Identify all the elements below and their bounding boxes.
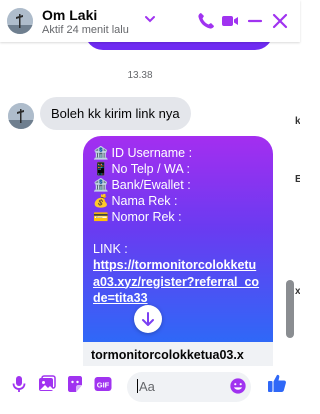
- form-line: 📱 No Telp / WA :: [93, 161, 263, 177]
- background-text: x: [295, 286, 300, 297]
- thumbs-up-icon[interactable]: [266, 372, 288, 394]
- close-icon[interactable]: [270, 11, 290, 31]
- message-composer: GIF Aa: [0, 366, 300, 414]
- link-preview-title[interactable]: tormonitorcolokketua03.x: [83, 342, 273, 366]
- video-call-icon[interactable]: [220, 11, 240, 31]
- microphone-icon[interactable]: [9, 374, 29, 394]
- arrow-down-icon: [142, 312, 154, 326]
- outgoing-message[interactable]: 🏦 ID Username : 📱 No Telp / WA : 🏦 Bank/…: [83, 136, 273, 342]
- previous-outgoing-bubble: [85, 42, 273, 50]
- message-timestamp: 13.38: [127, 70, 153, 81]
- gif-icon[interactable]: GIF: [93, 374, 113, 394]
- emoji-icon[interactable]: [229, 377, 247, 395]
- form-line-text: Nama Rek :: [108, 194, 178, 208]
- form-line-text: ID Username :: [108, 146, 193, 160]
- referral-link[interactable]: https://tormonitorcolokketua03.xyz/regis…: [93, 257, 263, 307]
- svg-text:GIF: GIF: [97, 381, 110, 390]
- scroll-to-bottom-button[interactable]: [134, 305, 162, 333]
- bank-icon: 🏦: [93, 146, 109, 160]
- image-icon[interactable]: [37, 374, 57, 394]
- message-list[interactable]: 13.38 Boleh kk kirim link nya 🏦 ID Usern…: [0, 42, 300, 366]
- contact-avatar[interactable]: [7, 8, 33, 34]
- bank-icon: 🏦: [93, 178, 109, 192]
- contact-status: Aktif 24 menit lalu: [42, 24, 129, 36]
- money-bag-icon: 💰: [93, 194, 109, 208]
- sender-avatar: [8, 103, 34, 129]
- background-text: E: [295, 174, 300, 185]
- link-label: LINK :: [93, 242, 128, 256]
- contact-name[interactable]: Om Laki: [42, 7, 97, 23]
- phone-icon: 📱: [93, 162, 109, 176]
- minimize-icon[interactable]: [245, 11, 265, 31]
- form-line-text: No Telp / WA :: [108, 162, 190, 176]
- form-line-text: Nomor Rek :: [108, 210, 182, 224]
- incoming-message[interactable]: Boleh kk kirim link nya: [40, 97, 191, 130]
- form-line: 🏦 Bank/Ewallet :: [93, 177, 263, 193]
- message-input-placeholder: Aa: [139, 379, 155, 394]
- scrollbar-thumb[interactable]: [286, 280, 294, 338]
- chevron-down-icon[interactable]: [144, 13, 156, 25]
- form-line: 💳 Nomor Rek :: [93, 209, 263, 225]
- background-text: k: [295, 116, 300, 127]
- form-line: 🏦 ID Username :: [93, 145, 263, 161]
- card-icon: 💳: [93, 210, 109, 224]
- phone-call-icon[interactable]: [196, 11, 216, 31]
- chat-header: Om Laki Aktif 24 menit lalu: [0, 0, 300, 42]
- sticker-icon[interactable]: [65, 374, 85, 394]
- form-line: 💰 Nama Rek :: [93, 193, 263, 209]
- form-line-text: Bank/Ewallet :: [108, 178, 191, 192]
